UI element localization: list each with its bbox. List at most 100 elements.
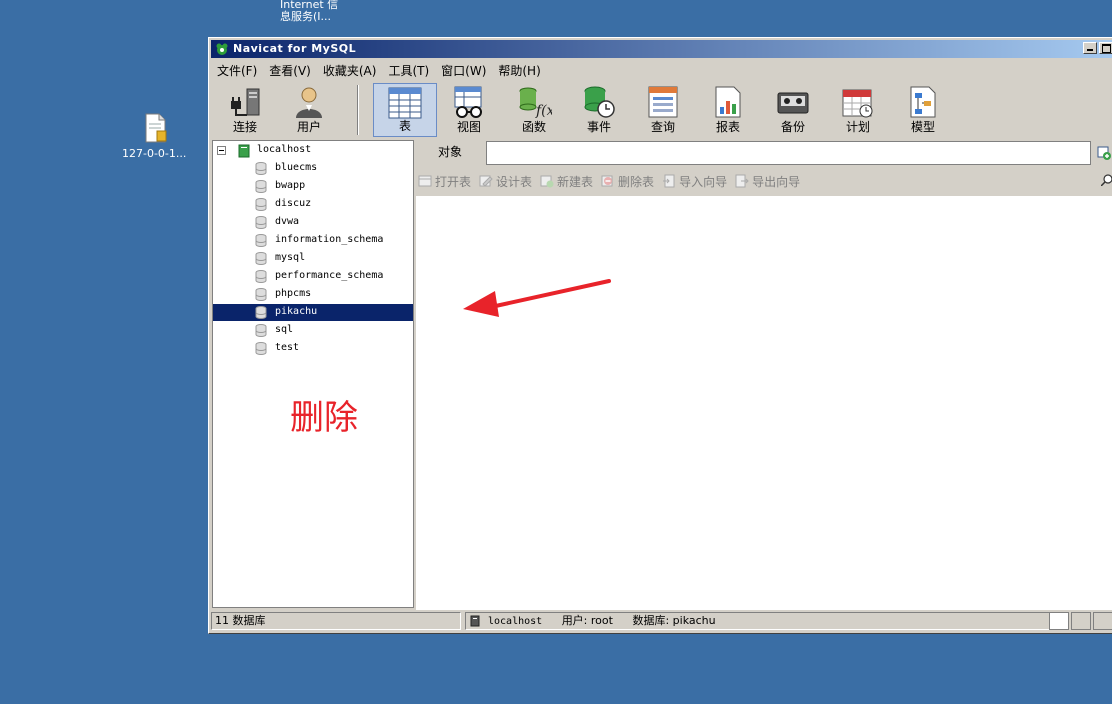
annotation-arrow-icon <box>463 279 611 317</box>
status-connection: localhost 用户: root 数据库: pikachu <box>465 612 1055 630</box>
event-clock-icon <box>584 86 615 118</box>
view-icons-button[interactable] <box>1049 612 1069 630</box>
desktop-top-icon-label-line2: 息服务(I... <box>280 10 332 23</box>
backup-label: 备份 <box>780 120 805 134</box>
database-icon <box>255 180 267 193</box>
view-mode-buttons <box>1049 612 1112 630</box>
new-table-label: 新建表 <box>557 174 594 189</box>
report-button[interactable]: 报表 <box>698 83 758 137</box>
tree-db-item[interactable]: mysql <box>213 250 413 267</box>
model-icon <box>910 86 936 118</box>
model-button[interactable]: 模型 <box>893 83 953 137</box>
table-button[interactable]: 表 <box>373 83 437 137</box>
tree-db-label: mysql <box>275 252 306 263</box>
connect-button[interactable]: 连接 <box>215 83 275 137</box>
new-table-icon <box>540 175 554 188</box>
open-table-label: 打开表 <box>435 174 472 189</box>
query-button[interactable]: 查询 <box>633 83 693 137</box>
view-list-button[interactable] <box>1071 612 1091 630</box>
menu-file[interactable]: 文件(F) <box>211 62 263 79</box>
query-icon <box>648 86 678 118</box>
menu-view[interactable]: 查看(V) <box>263 62 317 79</box>
status-database: 数据库: pikachu <box>632 614 716 627</box>
user-button[interactable]: 用户 <box>279 83 339 137</box>
event-label: 事件 <box>586 120 611 134</box>
maximize-button[interactable] <box>1099 42 1112 54</box>
document-file-icon[interactable] <box>145 113 167 143</box>
tree-db-item[interactable]: bwapp <box>213 178 413 195</box>
table-icon <box>388 87 422 119</box>
database-icon <box>255 270 267 283</box>
plug-icon <box>231 88 260 116</box>
connect-label: 连接 <box>232 120 257 134</box>
tree-db-item[interactable]: bluecms <box>213 160 413 177</box>
server-icon <box>238 144 250 158</box>
tree-db-label: dvwa <box>275 216 300 227</box>
tree-db-item-selected[interactable]: pikachu <box>213 304 413 321</box>
main-toolbar: 连接 用户 表 视图 f(函数 事件 查询 报表 备份 计划 模型 <box>211 81 1112 139</box>
tree-db-item[interactable]: performance_schema <box>213 268 413 285</box>
table-label: 表 <box>398 119 411 133</box>
new-table-button[interactable]: 新建表 <box>540 173 593 190</box>
desktop-top-icon-label[interactable]: Internet 信 息服务(I... <box>280 0 338 23</box>
database-icon <box>255 216 267 229</box>
toolbar-separator <box>357 85 359 135</box>
tree-db-item[interactable]: dvwa <box>213 214 413 231</box>
tree-db-item[interactable]: discuz <box>213 196 413 213</box>
search-icon[interactable] <box>1101 174 1112 186</box>
import-wizard-label: 导入向导 <box>679 174 728 189</box>
import-wizard-button[interactable]: 导入向导 <box>662 173 727 190</box>
database-icon <box>255 342 267 355</box>
function-button[interactable]: f(x) 函数 <box>504 83 564 137</box>
tree-db-label: bluecms <box>275 162 318 173</box>
add-object-icon[interactable] <box>1097 146 1111 160</box>
schedule-button[interactable]: 计划 <box>828 83 888 137</box>
database-icon <box>255 306 267 319</box>
navicat-logo-icon <box>216 43 228 55</box>
menu-tools[interactable]: 工具(T) <box>382 62 435 79</box>
menu-window[interactable]: 窗口(W) <box>435 62 492 79</box>
tree-db-label: information_schema <box>275 234 384 245</box>
user-icon <box>296 87 322 118</box>
view-detail-button[interactable] <box>1093 612 1112 630</box>
object-pane: 对象 打开表 设计表 新建表 删除表 导入向导 导出向导 <box>414 140 1112 610</box>
export-wizard-label: 导出向导 <box>752 174 801 189</box>
database-icon <box>255 252 267 265</box>
database-icon <box>255 162 267 175</box>
function-icon: f(x) <box>519 87 552 119</box>
backup-button[interactable]: 备份 <box>763 83 823 137</box>
tree-root-label: localhost <box>257 144 312 155</box>
schedule-calendar-icon <box>842 89 873 118</box>
menu-help[interactable]: 帮助(H) <box>492 62 546 79</box>
design-table-button[interactable]: 设计表 <box>479 173 532 190</box>
export-wizard-button[interactable]: 导出向导 <box>735 173 800 190</box>
menu-bar: 文件(F) 查看(V) 收藏夹(A) 工具(T) 窗口(W) 帮助(H) <box>211 60 1112 80</box>
tree-root-localhost[interactable]: localhost <box>213 143 413 159</box>
tree-db-item[interactable]: test <box>213 340 413 357</box>
query-label: 查询 <box>650 120 675 134</box>
desktop-file-label[interactable]: 127-0-0-1... <box>122 148 186 160</box>
view-label: 视图 <box>456 120 481 134</box>
delete-annotation: 删除 <box>290 398 358 438</box>
delete-table-icon <box>601 175 613 187</box>
export-icon <box>735 174 749 188</box>
window-controls <box>1083 42 1112 54</box>
title-bar[interactable]: Navicat for MySQL <box>211 40 1112 58</box>
object-list-area[interactable] <box>416 196 1112 610</box>
minimize-button[interactable] <box>1083 42 1097 54</box>
menu-favorites[interactable]: 收藏夹(A) <box>317 62 383 79</box>
open-table-button[interactable]: 打开表 <box>418 173 471 190</box>
tab-objects[interactable]: 对象 <box>414 140 486 166</box>
tree-db-label: pikachu <box>275 306 318 317</box>
user-label: 用户 <box>296 120 321 134</box>
tree-db-item[interactable]: phpcms <box>213 286 413 303</box>
tree-db-item[interactable]: information_schema <box>213 232 413 249</box>
function-label: 函数 <box>521 120 546 134</box>
tree-db-label: discuz <box>275 198 312 209</box>
delete-table-button[interactable]: 删除表 <box>601 173 654 190</box>
event-button[interactable]: 事件 <box>569 83 629 137</box>
open-table-icon <box>418 175 432 187</box>
view-button[interactable]: 视图 <box>439 83 499 137</box>
tree-db-item[interactable]: sql <box>213 322 413 339</box>
collapse-icon[interactable] <box>217 146 226 155</box>
